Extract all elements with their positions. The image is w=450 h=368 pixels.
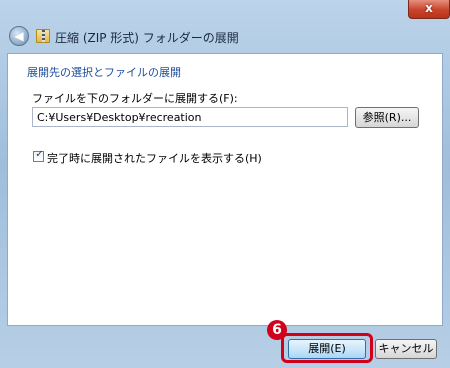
zip-folder-icon — [36, 29, 50, 43]
show-files-checkbox[interactable]: ✓ — [33, 149, 44, 162]
checkmark-icon: ✓ — [35, 149, 44, 160]
target-path-input[interactable] — [32, 107, 348, 127]
target-folder-label: ファイルを下のフォルダーに展開する(F): — [32, 92, 238, 105]
content-panel: 展開先の選択とファイルの展開 ファイルを下のフォルダーに展開する(F): 参照(… — [7, 53, 443, 326]
extract-button[interactable]: 展開(E) — [288, 339, 366, 359]
extract-dialog: x ◀ 圧縮 (ZIP 形式) フォルダーの展開 展開先の選択とファイルの展開 … — [0, 0, 450, 368]
browse-button[interactable]: 参照(R)... — [355, 107, 419, 128]
close-icon: x — [425, 1, 433, 15]
show-files-label: 完了時に展開されたファイルを表示する(H) — [47, 152, 262, 165]
step-number-badge: 6 — [267, 320, 287, 340]
page-heading: 展開先の選択とファイルの展開 — [27, 66, 181, 79]
cancel-button[interactable]: キャンセル — [375, 339, 437, 359]
close-button[interactable]: x — [408, 0, 450, 19]
back-button[interactable]: ◀ — [9, 26, 29, 46]
title-bar: x ◀ 圧縮 (ZIP 形式) フォルダーの展開 — [0, 0, 450, 52]
back-arrow-icon: ◀ — [14, 29, 24, 43]
window-title: 圧縮 (ZIP 形式) フォルダーの展開 — [55, 31, 239, 45]
